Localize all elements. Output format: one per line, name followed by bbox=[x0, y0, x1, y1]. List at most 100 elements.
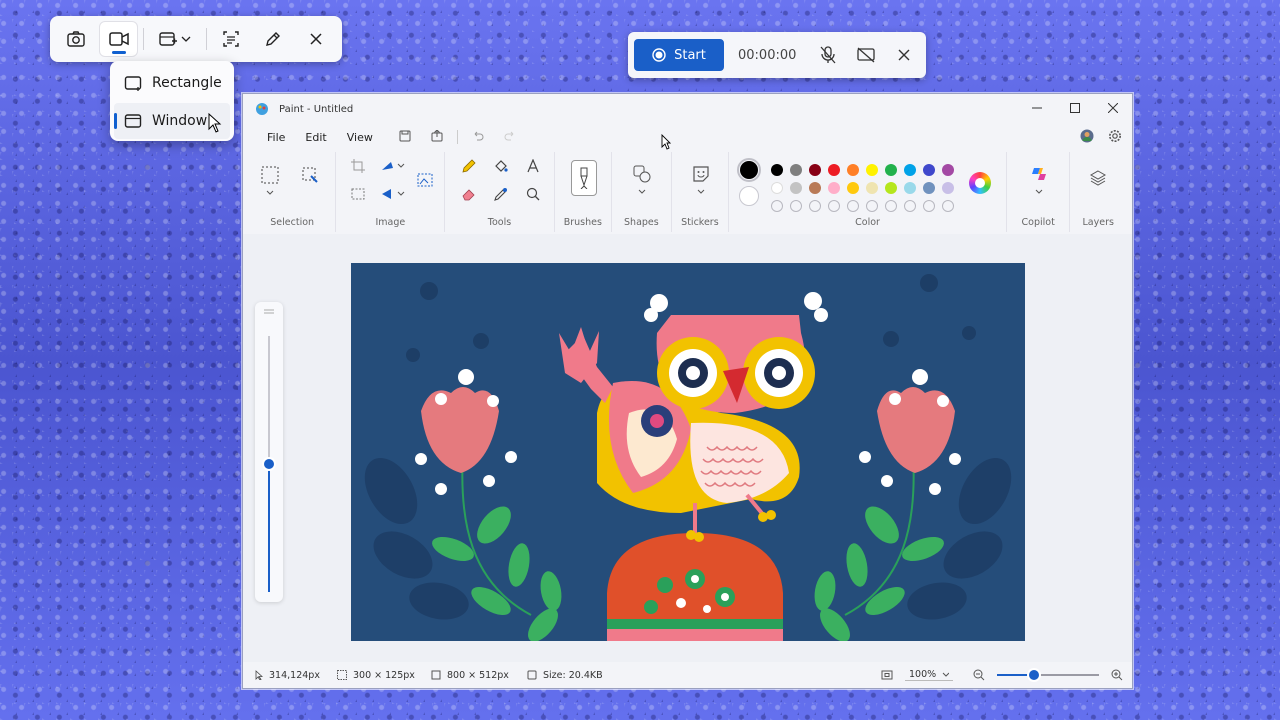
color-swatch[interactable] bbox=[904, 182, 917, 194]
window-icon bbox=[124, 114, 142, 128]
settings-button[interactable] bbox=[1108, 129, 1122, 146]
color-swatch[interactable] bbox=[790, 182, 803, 194]
shapes-dropdown[interactable] bbox=[636, 188, 648, 196]
custom-color-slot[interactable] bbox=[847, 200, 860, 212]
background-removal-button[interactable] bbox=[348, 184, 368, 204]
color-swatch[interactable] bbox=[828, 182, 841, 194]
stickers-dropdown[interactable] bbox=[695, 188, 707, 196]
color-swatch[interactable] bbox=[809, 164, 822, 176]
copilot-group: Copilot bbox=[1007, 152, 1071, 232]
custom-color-slot[interactable] bbox=[828, 200, 841, 212]
system-audio-toggle[interactable] bbox=[854, 43, 878, 67]
resize-button[interactable] bbox=[378, 156, 408, 176]
primary-color-button[interactable] bbox=[737, 158, 762, 182]
fit-to-window-button[interactable] bbox=[881, 670, 893, 680]
slider-thumb[interactable] bbox=[264, 459, 274, 469]
shapes-button[interactable] bbox=[630, 162, 654, 186]
selection-group-label: Selection bbox=[270, 217, 315, 228]
zoom-in-button[interactable] bbox=[1111, 669, 1123, 681]
crop-button[interactable] bbox=[348, 156, 368, 176]
layers-button[interactable] bbox=[1086, 166, 1110, 190]
custom-color-slot[interactable] bbox=[809, 200, 822, 212]
maximize-button[interactable] bbox=[1056, 94, 1094, 122]
menu-edit[interactable]: Edit bbox=[295, 131, 336, 144]
zoom-out-button[interactable] bbox=[973, 669, 985, 681]
image-generator-button[interactable] bbox=[414, 168, 438, 192]
text-actions-button[interactable] bbox=[213, 22, 249, 56]
custom-color-slot[interactable] bbox=[771, 200, 784, 212]
rotate-button[interactable] bbox=[378, 184, 408, 204]
color-swatch[interactable] bbox=[771, 182, 784, 194]
capture-area-dropdown[interactable] bbox=[150, 22, 200, 56]
brush-icon bbox=[580, 167, 588, 189]
start-recording-button[interactable]: Start bbox=[634, 39, 724, 71]
menu-file[interactable]: File bbox=[257, 131, 295, 144]
redo-button[interactable] bbox=[494, 130, 526, 145]
fill-button[interactable] bbox=[491, 156, 511, 176]
color-swatch[interactable] bbox=[923, 164, 936, 176]
close-recording-button[interactable] bbox=[892, 43, 916, 67]
custom-color-slot[interactable] bbox=[885, 200, 898, 212]
custom-color-slot[interactable] bbox=[923, 200, 936, 212]
copilot-group-label: Copilot bbox=[1021, 217, 1055, 228]
record-mode-button[interactable] bbox=[100, 22, 137, 56]
color-swatch[interactable] bbox=[828, 164, 841, 176]
magnifier-button[interactable] bbox=[523, 184, 543, 204]
custom-color-slot[interactable] bbox=[866, 200, 879, 212]
menu-view[interactable]: View bbox=[337, 131, 383, 144]
zoom-thumb[interactable] bbox=[1028, 670, 1039, 680]
custom-color-slot[interactable] bbox=[942, 200, 955, 212]
account-avatar[interactable] bbox=[1080, 129, 1094, 146]
mouse-pointer bbox=[661, 133, 672, 153]
select-rectangle-button[interactable] bbox=[259, 164, 281, 186]
text-button[interactable] bbox=[523, 156, 543, 176]
menu-item-window[interactable]: Window bbox=[114, 103, 230, 139]
custom-color-slot[interactable] bbox=[790, 200, 803, 212]
color-picker-button[interactable] bbox=[255, 22, 291, 56]
color-swatch[interactable] bbox=[885, 182, 898, 194]
screenshot-mode-button[interactable] bbox=[58, 22, 94, 56]
menu-item-rectangle[interactable]: Rectangle bbox=[114, 65, 230, 101]
color-swatch[interactable] bbox=[790, 164, 803, 176]
horizontal-zoom-slider[interactable] bbox=[997, 669, 1099, 681]
magic-select-icon bbox=[302, 167, 318, 183]
selection-dropdown[interactable] bbox=[263, 188, 277, 198]
edit-colors-button[interactable] bbox=[969, 172, 992, 194]
maximize-icon bbox=[1070, 103, 1080, 113]
color-swatch[interactable] bbox=[866, 182, 879, 194]
color-swatch[interactable] bbox=[771, 164, 784, 176]
share-button[interactable] bbox=[421, 128, 453, 145]
status-bar: 314,124px 300 × 125px 800 × 512px Size: … bbox=[243, 662, 1132, 688]
color-swatch[interactable] bbox=[809, 182, 822, 194]
close-toolbar-button[interactable] bbox=[298, 22, 334, 56]
color-picker-tool-button[interactable] bbox=[491, 184, 511, 204]
pencil-button[interactable] bbox=[459, 156, 479, 176]
zoom-level-dropdown[interactable]: 100% bbox=[905, 669, 953, 681]
window-mode-icon bbox=[159, 32, 177, 46]
color-swatch[interactable] bbox=[847, 164, 860, 176]
color-swatch[interactable] bbox=[923, 182, 936, 194]
eyedropper-icon bbox=[494, 188, 508, 201]
canvas-image[interactable] bbox=[351, 263, 1025, 641]
copilot-dropdown[interactable] bbox=[1033, 188, 1045, 196]
color-swatch[interactable] bbox=[904, 164, 917, 176]
secondary-color-button[interactable] bbox=[739, 186, 760, 206]
menu-bar: File Edit View bbox=[243, 124, 1132, 150]
color-swatch[interactable] bbox=[942, 164, 955, 176]
color-swatch[interactable] bbox=[866, 164, 879, 176]
color-swatch[interactable] bbox=[847, 182, 860, 194]
close-window-button[interactable] bbox=[1094, 94, 1132, 122]
save-button[interactable] bbox=[389, 130, 421, 145]
copilot-button[interactable] bbox=[1027, 162, 1051, 186]
microphone-toggle[interactable] bbox=[816, 43, 840, 67]
minimize-button[interactable] bbox=[1018, 94, 1056, 122]
eraser-button[interactable] bbox=[459, 184, 479, 204]
color-swatch[interactable] bbox=[942, 182, 955, 194]
custom-color-slot[interactable] bbox=[904, 200, 917, 212]
undo-button[interactable] bbox=[462, 130, 494, 145]
brushes-button[interactable] bbox=[570, 160, 597, 196]
free-select-button[interactable] bbox=[299, 164, 321, 186]
vertical-zoom-slider[interactable] bbox=[255, 302, 283, 602]
color-swatch[interactable] bbox=[885, 164, 898, 176]
stickers-button[interactable] bbox=[689, 162, 713, 186]
